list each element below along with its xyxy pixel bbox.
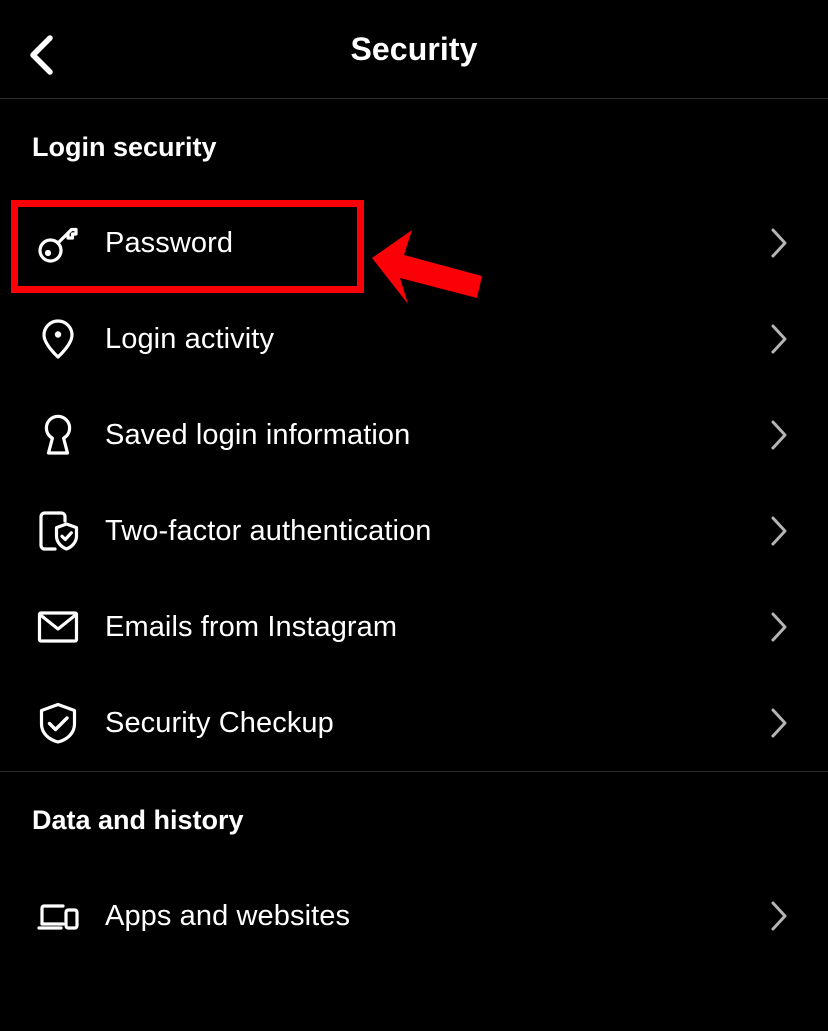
phone-shield-check-icon (28, 501, 88, 561)
keyhole-icon (28, 405, 88, 465)
chevron-right-icon[interactable] (766, 324, 792, 354)
page-title: Security (350, 31, 478, 67)
chevron-right-icon[interactable] (766, 901, 792, 931)
section-header-login-security: Login security (32, 132, 217, 162)
row-label-apps-and-websites: Apps and websites (105, 899, 351, 932)
row-label-emails-from-instagram: Emails from Instagram (105, 610, 398, 643)
row-label-two-factor-authentication: Two-factor authentication (105, 514, 432, 547)
envelope-icon (28, 597, 88, 657)
row-security-checkup[interactable]: Security Checkup (0, 675, 828, 771)
security-settings-screen: Security Login security Password Login a… (0, 0, 828, 1031)
row-label-password: Password (105, 226, 234, 259)
section-data-and-history: Data and history Apps and websites (0, 772, 828, 964)
chevron-right-icon[interactable] (766, 516, 792, 546)
row-login-activity[interactable]: Login activity (0, 291, 828, 387)
row-label-saved-login-information: Saved login information (105, 418, 411, 451)
row-label-security-checkup: Security Checkup (105, 706, 334, 739)
row-label-login-activity: Login activity (105, 322, 275, 355)
row-apps-and-websites[interactable]: Apps and websites (0, 868, 828, 964)
row-two-factor-authentication[interactable]: Two-factor authentication (0, 483, 828, 579)
section-login-security: Login security Password Login activity S… (0, 99, 828, 771)
chevron-right-icon[interactable] (766, 420, 792, 450)
row-emails-from-instagram[interactable]: Emails from Instagram (0, 579, 828, 675)
devices-icon (28, 886, 88, 946)
location-pin-icon (28, 309, 88, 369)
chevron-right-icon[interactable] (766, 228, 792, 258)
section-header-data-and-history: Data and history (32, 805, 244, 835)
key-icon (28, 213, 88, 273)
row-password[interactable]: Password (0, 195, 828, 291)
row-saved-login-information[interactable]: Saved login information (0, 387, 828, 483)
shield-check-icon (28, 693, 88, 753)
app-header: Security (0, 0, 828, 99)
chevron-right-icon[interactable] (766, 612, 792, 642)
chevron-right-icon[interactable] (766, 708, 792, 738)
